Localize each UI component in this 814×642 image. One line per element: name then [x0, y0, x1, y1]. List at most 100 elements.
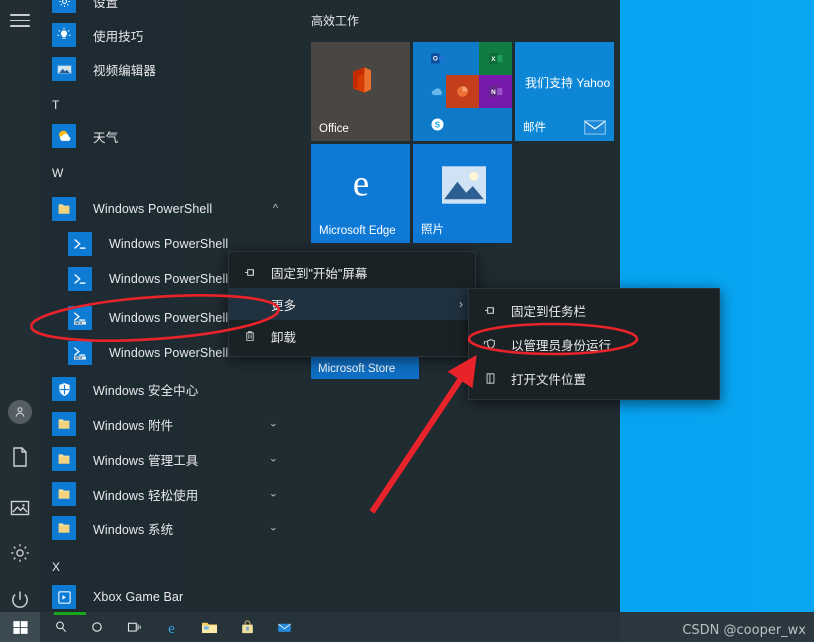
context-menu-item-label: 卸载: [271, 330, 297, 345]
trash-icon: [241, 327, 259, 345]
app-list-item-label: 视频编辑器: [93, 63, 157, 78]
screenshot-root: 设置 使用技巧 视频编辑器 T 天气 W Windows PowerShell …: [0, 0, 814, 642]
folder-tile-icon: [52, 412, 76, 436]
powerpoint-icon[interactable]: [446, 75, 479, 108]
tile-photos[interactable]: 照片: [413, 144, 512, 243]
context-menu-item-label: 更多: [271, 298, 297, 313]
context-menu-item-uninstall[interactable]: 卸载: [229, 320, 475, 352]
context-menu-item-pin-to-start[interactable]: 固定到"开始"屏幕: [229, 256, 475, 288]
svg-text:N: N: [491, 89, 496, 96]
app-list-item-video-editor[interactable]: 视频编辑器: [40, 52, 300, 86]
app-list-folder-windows-powershell[interactable]: Windows PowerShell ^: [40, 192, 300, 226]
settings-button[interactable]: [0, 533, 40, 573]
excel-icon[interactable]: X: [479, 42, 512, 75]
context-submenu[interactable]: 固定到任务栏 以管理员身份运行 打开文件位置: [468, 288, 720, 400]
app-list-item-label: 使用技巧: [93, 29, 144, 44]
letter-heading-x[interactable]: X: [40, 548, 300, 578]
tile-caption: 邮件: [523, 122, 546, 134]
taskbar-cortana[interactable]: [78, 612, 116, 642]
svg-text:e: e: [168, 621, 175, 637]
tile-caption: Microsoft Store: [318, 363, 396, 375]
app-list-folder-windows-accessories[interactable]: Windows 附件 ⌄: [40, 407, 300, 441]
taskbar-file-explorer[interactable]: [190, 612, 228, 642]
tile-microsoft-edge[interactable]: e Microsoft Edge: [311, 144, 410, 243]
folder-tile-icon: [52, 447, 76, 471]
chevron-down-icon[interactable]: ⌄: [269, 453, 278, 465]
tile-caption: Microsoft Edge: [319, 225, 396, 237]
submenu-item-pin-to-taskbar[interactable]: 固定到任务栏: [469, 293, 719, 327]
folder-tile-icon: [52, 516, 76, 540]
pin-icon: [481, 301, 499, 319]
blank-icon: [241, 295, 259, 313]
folder-tile-icon: [52, 197, 76, 221]
app-list-item-weather[interactable]: 天气: [40, 119, 300, 153]
outlook-icon: O: [413, 42, 463, 75]
task-view-icon: [127, 622, 141, 632]
tile-headline: 我们支持 Yahoo: [525, 76, 611, 90]
account-button[interactable]: [0, 392, 40, 432]
taskbar: e CSDN @cooper_wx: [0, 612, 814, 642]
app-list-item-label: Windows PowerShell: [109, 311, 229, 325]
power-icon: [12, 591, 28, 608]
tile-caption: 照片: [421, 224, 444, 236]
app-list-folder-windows-system[interactable]: Windows 系统 ⌄: [40, 511, 300, 545]
windows-logo-icon: [12, 620, 28, 634]
svg-text:S: S: [435, 120, 440, 129]
taskbar-task-view[interactable]: [115, 612, 153, 642]
open-folder-icon: [481, 369, 499, 387]
app-list-folder-windows-ease-of-access[interactable]: Windows 轻松使用 ⌄: [40, 477, 300, 511]
app-list-item-label: 天气: [93, 130, 119, 145]
skype-icon: S: [413, 108, 463, 141]
edge-icon: e: [353, 162, 369, 202]
watermark: CSDN @cooper_wx: [682, 623, 806, 638]
svg-text:e: e: [353, 162, 369, 202]
pin-icon: [241, 263, 259, 281]
app-list-item-label: Windows 附件: [93, 418, 174, 433]
app-list-item-label: Windows PowerShell: [109, 237, 229, 251]
folder-tile-icon: [52, 482, 76, 506]
xbox-game-bar-tile-icon: [52, 585, 76, 609]
folder-icon: [201, 622, 217, 633]
hamburger-icon[interactable]: [10, 14, 30, 27]
app-list-item-settings[interactable]: 设置: [40, 0, 300, 18]
letter-heading-w[interactable]: W: [40, 154, 300, 184]
letter-heading-label: T: [52, 98, 60, 112]
app-list-item-label: Windows PowerShell: [93, 202, 213, 216]
app-list-item-tips[interactable]: 使用技巧: [40, 18, 300, 52]
chevron-down-icon[interactable]: ⌄: [269, 488, 278, 500]
chevron-down-icon[interactable]: ⌄: [269, 418, 278, 430]
weather-tile-icon: [52, 124, 76, 148]
chevron-up-icon[interactable]: ^: [273, 203, 278, 215]
start-button[interactable]: [0, 612, 40, 642]
chevron-right-icon: ›: [459, 297, 463, 311]
pictures-button[interactable]: [0, 488, 40, 528]
tile-microsoft-store[interactable]: Microsoft Store: [311, 356, 419, 379]
search-icon: [56, 621, 67, 633]
chevron-down-icon[interactable]: ⌄: [269, 522, 278, 534]
powershell-ise-tile-icon: [68, 306, 92, 330]
app-list-item-label: Windows 安全中心: [93, 383, 199, 398]
app-list-folder-windows-admin-tools[interactable]: Windows 管理工具 ⌄: [40, 442, 300, 476]
taskbar-search[interactable]: [42, 612, 80, 642]
submenu-item-label: 固定到任务栏: [511, 304, 587, 319]
taskbar-mail[interactable]: [265, 612, 303, 642]
app-list-item-windows-security[interactable]: Windows 安全中心: [40, 372, 300, 406]
letter-heading-t[interactable]: T: [40, 86, 300, 116]
submenu-item-run-as-administrator[interactable]: 以管理员身份运行: [469, 327, 719, 361]
gear-icon: [11, 544, 29, 562]
onenote-icon-2[interactable]: N: [479, 75, 512, 108]
taskbar-microsoft-store[interactable]: [228, 612, 266, 642]
submenu-item-open-file-location[interactable]: 打开文件位置: [469, 361, 719, 395]
shield-tile-icon: [52, 377, 76, 401]
tile-office[interactable]: Office: [311, 42, 410, 141]
app-list-item-label: Xbox Game Bar: [93, 590, 184, 604]
context-menu-item-more[interactable]: 更多 ›: [229, 288, 475, 320]
app-list-item-xbox-game-bar[interactable]: Xbox Game Bar: [40, 580, 300, 612]
edge-icon: e: [168, 621, 175, 637]
tile-mail[interactable]: 我们支持 Yahoo 邮件: [515, 42, 614, 141]
context-menu[interactable]: 固定到"开始"屏幕 更多 › 卸载: [228, 251, 476, 357]
taskbar-edge[interactable]: e: [152, 612, 190, 642]
app-list-item-label: Windows 系统: [93, 522, 174, 537]
start-menu-rail: [0, 0, 40, 612]
documents-button[interactable]: [0, 437, 40, 477]
